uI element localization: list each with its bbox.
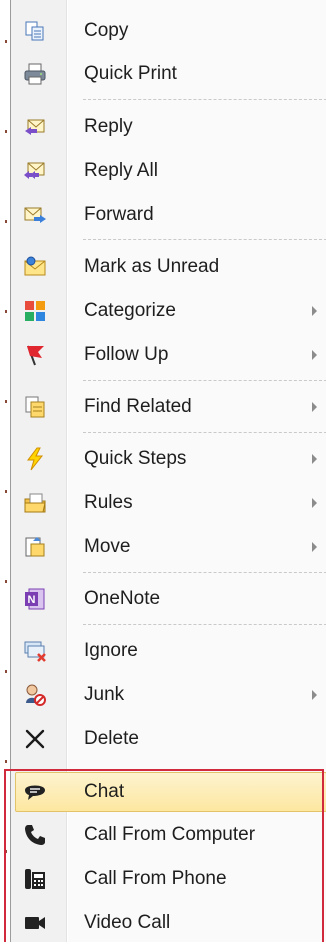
menu-item-label: OneNote (84, 588, 161, 609)
menu-item-quick-steps[interactable]: Quick Steps (11, 438, 326, 480)
menu-item-label: Rules (84, 492, 133, 513)
background-mark (5, 760, 7, 763)
menu-item-onenote[interactable]: N OneNote (11, 578, 326, 620)
background-mark (5, 220, 7, 223)
menu-separator (83, 624, 326, 625)
reply-icon (23, 115, 47, 139)
menu-separator (83, 99, 326, 100)
submenu-arrow-icon (312, 542, 317, 552)
menu-item-chat[interactable]: Chat (11, 771, 326, 813)
submenu-arrow-icon (312, 402, 317, 412)
desk-phone-icon (23, 867, 47, 891)
copy-icon (23, 19, 47, 43)
lightning-icon (23, 447, 47, 471)
menu-item-call-from-phone[interactable]: Call From Phone (11, 858, 326, 900)
background-mark (5, 670, 7, 673)
menu-item-reply-all[interactable]: Reply All (11, 150, 326, 192)
ignore-icon (23, 639, 47, 663)
background-mark (5, 580, 7, 583)
printer-icon (23, 62, 47, 86)
menu-item-label: Reply (84, 116, 133, 137)
menu-item-label: Quick Steps (84, 448, 187, 469)
menu-item-label: Mark as Unread (84, 256, 220, 277)
phone-icon (23, 823, 47, 847)
categorize-icon (23, 299, 47, 323)
menu-item-follow-up[interactable]: Follow Up (11, 334, 326, 376)
menu-item-video-call[interactable]: Video Call (11, 902, 326, 944)
menu-item-label: Junk (84, 684, 125, 705)
find-related-icon (23, 395, 47, 419)
menu-item-copy[interactable]: Copy (11, 10, 326, 52)
flag-icon (23, 343, 47, 367)
menu-item-label: Forward (84, 204, 154, 225)
submenu-arrow-icon (312, 498, 317, 508)
menu-item-move[interactable]: Move (11, 526, 326, 568)
background-mark (5, 490, 7, 493)
envelope-icon (23, 255, 47, 279)
chat-bubble-icon (23, 780, 47, 804)
menu-item-label: Quick Print (84, 63, 177, 84)
menu-item-label: Chat (84, 781, 125, 802)
background-mark (5, 850, 7, 853)
menu-item-find-related[interactable]: Find Related (11, 386, 326, 428)
menu-item-label: Reply All (84, 160, 158, 181)
menu-item-forward[interactable]: Forward (11, 194, 326, 236)
menu-item-junk[interactable]: Junk (11, 674, 326, 716)
background-mark (5, 130, 7, 133)
menu-item-label: Call From Computer (84, 824, 256, 845)
menu-item-quick-print[interactable]: Quick Print (11, 53, 326, 95)
background-mark (5, 310, 7, 313)
menu-item-call-from-computer[interactable]: Call From Computer (11, 814, 326, 856)
rules-icon (23, 491, 47, 515)
menu-item-label: Ignore (84, 640, 138, 661)
junk-icon (23, 683, 47, 707)
menu-item-label: Copy (84, 20, 129, 41)
menu-item-label: Call From Phone (84, 868, 227, 889)
menu-separator (83, 239, 326, 240)
submenu-arrow-icon (312, 350, 317, 360)
menu-item-label: Video Call (84, 912, 171, 933)
background-mark (5, 400, 7, 403)
submenu-arrow-icon (312, 454, 317, 464)
background-mark (5, 40, 7, 43)
menu-item-ignore[interactable]: Ignore (11, 630, 326, 672)
menu-separator (83, 572, 326, 573)
menu-item-categorize[interactable]: Categorize (11, 290, 326, 332)
menu-item-label: Follow Up (84, 344, 169, 365)
menu-separator (83, 432, 326, 433)
background-window-edge (0, 0, 10, 942)
submenu-arrow-icon (312, 306, 317, 316)
move-icon (23, 535, 47, 559)
svg-text:N: N (28, 594, 36, 606)
menu-item-reply[interactable]: Reply (11, 106, 326, 148)
menu-item-mark-as-unread[interactable]: Mark as Unread (11, 246, 326, 288)
delete-icon (23, 727, 47, 751)
menu-item-label: Move (84, 536, 131, 557)
reply-all-icon (23, 159, 47, 183)
menu-separator (83, 380, 326, 381)
menu-item-label: Find Related (84, 396, 192, 417)
menu-item-label: Categorize (84, 300, 176, 321)
submenu-arrow-icon (312, 690, 317, 700)
video-camera-icon (23, 911, 47, 935)
context-menu: Copy Quick Print Reply Reply All Forward… (10, 0, 326, 942)
onenote-icon: N (23, 587, 47, 611)
menu-item-rules[interactable]: Rules (11, 482, 326, 524)
menu-item-label: Delete (84, 728, 139, 749)
menu-item-delete[interactable]: Delete (11, 718, 326, 760)
forward-icon (23, 203, 47, 227)
